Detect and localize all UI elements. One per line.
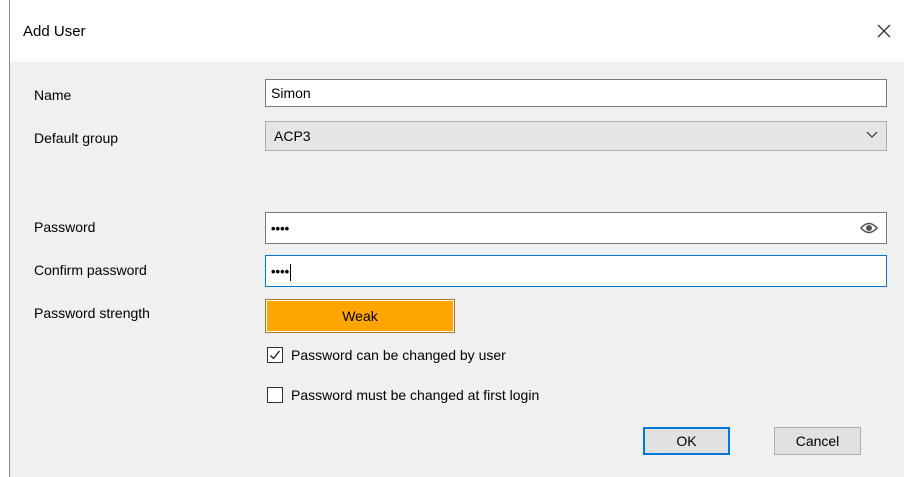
password-input-value: •••• — [271, 221, 290, 236]
password-label: Password — [34, 219, 96, 235]
cancel-button[interactable]: Cancel — [774, 427, 861, 455]
close-icon — [877, 24, 891, 38]
option-change-at-first-login[interactable]: Password must be changed at first login — [267, 387, 539, 403]
default-group-label: Default group — [34, 130, 119, 146]
checkmark-icon — [270, 350, 281, 360]
close-button[interactable] — [873, 20, 895, 42]
name-label: Name — [34, 87, 72, 103]
name-input-value: Simon — [271, 85, 311, 101]
default-group-value: ACP3 — [274, 128, 311, 144]
ok-button[interactable]: OK — [643, 427, 730, 455]
default-group-select[interactable]: ACP3 — [265, 121, 887, 151]
eye-icon[interactable] — [860, 221, 878, 235]
confirm-password-input[interactable]: •••• — [265, 255, 887, 287]
password-input[interactable]: •••• — [265, 212, 887, 244]
checkbox-changeable-by-user[interactable] — [267, 347, 283, 363]
option-changeable-by-user-label: Password can be changed by user — [291, 347, 506, 363]
chevron-down-icon — [866, 131, 878, 138]
name-input[interactable]: Simon — [265, 79, 887, 107]
option-change-at-first-login-label: Password must be changed at first login — [291, 387, 540, 403]
text-caret — [290, 263, 292, 281]
password-strength-value: Weak — [342, 308, 378, 324]
option-changeable-by-user[interactable]: Password can be changed by user — [267, 347, 506, 363]
confirm-password-label: Confirm password — [34, 262, 147, 278]
password-strength-meter: Weak — [265, 299, 455, 333]
checkbox-change-at-first-login[interactable] — [267, 387, 283, 403]
confirm-password-value: •••• — [271, 264, 290, 279]
dialog-title: Add User — [23, 23, 86, 40]
password-strength-label: Password strength — [34, 305, 150, 321]
